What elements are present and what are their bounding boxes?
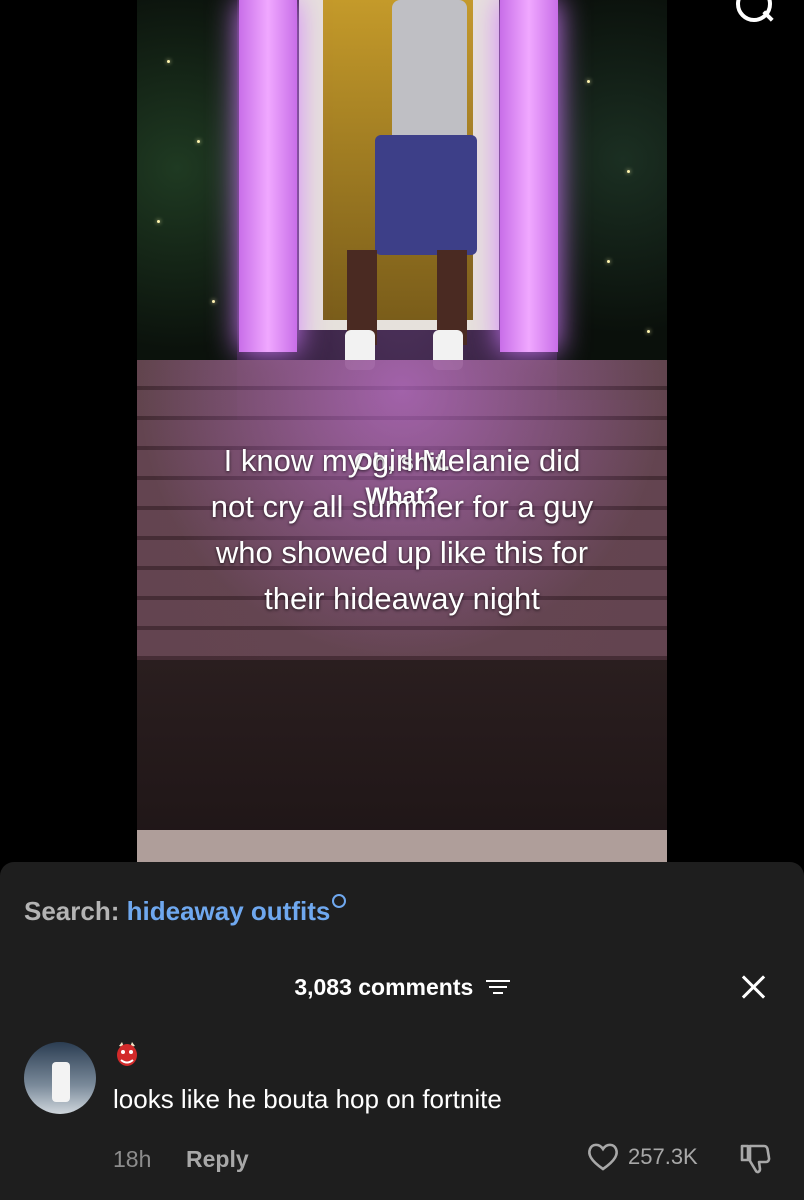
fairy-light (607, 260, 610, 263)
comments-count: 3,083 comments (294, 974, 474, 1000)
plants-left (137, 0, 237, 420)
search-term-link[interactable]: hideaway outfits (127, 896, 331, 926)
person-tank-top (392, 0, 467, 140)
comment-text: looks like he bouta hop on fortnite (113, 1084, 502, 1114)
close-icon[interactable] (738, 972, 768, 1002)
person-shorts (375, 135, 477, 255)
fairy-light (627, 170, 630, 173)
video-caption: I know my girl Melanie did not cry all s… (137, 438, 667, 622)
caption-line: I know my girl Melanie did (223, 443, 581, 478)
caption-line: their hideaway night (264, 581, 540, 616)
goblin-mask-emoji (117, 1042, 137, 1066)
fairy-light (167, 60, 170, 63)
sort-icon[interactable] (485, 978, 510, 996)
like-button[interactable]: 257.3K (586, 1142, 698, 1172)
heart-icon (588, 1143, 618, 1171)
comments-sheet: Search: hideaway outfits 3,083 comments … (0, 862, 804, 1200)
search-label: Search: (24, 896, 120, 926)
fairy-light (647, 330, 650, 333)
floor-strip (137, 830, 667, 862)
search-icon (332, 894, 347, 908)
video-player[interactable]: Oh, shit. What? I know my girl Melanie d… (137, 0, 667, 862)
fairy-light (212, 300, 215, 303)
plants-right (557, 0, 667, 400)
search-icon[interactable] (736, 0, 772, 22)
fairy-light (197, 140, 200, 143)
caption-line: who showed up like this for (215, 535, 589, 570)
comments-header: 3,083 comments (0, 974, 804, 1001)
neon-pillar-left (239, 0, 297, 352)
fairy-light (587, 80, 590, 83)
avatar[interactable] (24, 1042, 96, 1114)
neon-pillar-right (500, 0, 558, 352)
thumbs-down-icon[interactable] (738, 1142, 772, 1176)
fairy-light (157, 220, 160, 223)
like-count: 257.3K (628, 1144, 698, 1169)
search-suggestion[interactable]: Search: hideaway outfits (24, 894, 347, 927)
reply-button[interactable]: Reply (186, 1146, 249, 1173)
caption-line: not cry all summer for a guy (210, 489, 594, 524)
comment-time: 18h (113, 1146, 152, 1172)
avatar-figure (52, 1062, 70, 1102)
